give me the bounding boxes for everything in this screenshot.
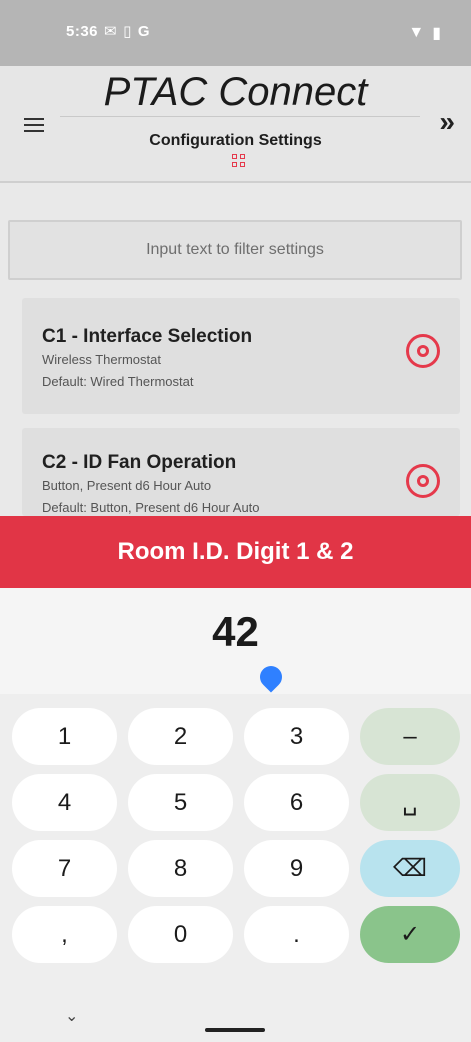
filter-placeholder: Input text to filter settings [146,241,324,258]
mail-icon: ✉ [104,23,118,40]
setting-title: C1 - Interface Selection [42,326,253,347]
settings-filter-input[interactable]: Input text to filter settings [8,220,462,280]
dialog-title-text: Room I.D. Digit 1 & 2 [117,538,354,565]
app-title: PTAC Connect [103,70,368,114]
battery-level-icon: ▮ [432,25,441,42]
key-dot[interactable]: . [244,906,349,963]
setting-title: C2 - ID Fan Operation [42,452,237,473]
wifi-icon: ▼ [408,24,425,41]
key-6[interactable]: 6 [244,774,349,831]
text-cursor-handle[interactable] [255,661,287,693]
value-input[interactable]: 42 [0,608,471,656]
key-7[interactable]: 7 [12,840,117,897]
g-icon: G [137,22,151,40]
qr-code-icon[interactable] [232,154,246,168]
chevron-down-icon[interactable]: ⌄ [65,1006,78,1026]
gear-icon[interactable] [406,464,440,498]
page-subtitle: Configuration Settings [149,132,322,149]
gesture-nav-bar [205,1028,265,1032]
key-0[interactable]: 0 [128,906,233,963]
gear-icon[interactable] [406,334,440,368]
status-right: ▼ ▮ [408,23,441,43]
status-left: 5:36 ✉ ▯ G [66,22,151,41]
key-1[interactable]: 1 [12,708,117,765]
hamburger-menu-icon[interactable] [24,118,44,132]
app-header: PTAC Connect » Configuration Settings [0,66,471,183]
setting-default: Default: Wired Thermostat [42,374,194,389]
backspace-icon[interactable]: ⌫ [360,840,460,897]
setting-value: Button, Present d6 Hour Auto [42,478,212,493]
check-icon[interactable]: ✓ [360,906,460,963]
dialog-title: Room I.D. Digit 1 & 2 [0,516,471,588]
key-space[interactable]: ␣ [360,774,460,831]
key-8[interactable]: 8 [128,840,233,897]
key-3[interactable]: 3 [244,708,349,765]
status-time: 5:36 [66,22,99,40]
battery-icon: ▯ [123,23,132,40]
title-divider [60,116,420,117]
key-9[interactable]: 9 [244,840,349,897]
key-comma[interactable]: , [12,906,117,963]
key-5[interactable]: 5 [128,774,233,831]
key-4[interactable]: 4 [12,774,117,831]
setting-card-c1[interactable]: C1 - Interface Selection Wireless Thermo… [22,298,460,414]
setting-default: Default: Button, Present d6 Hour Auto [42,500,260,515]
dialog-body: 42 [0,588,471,694]
setting-value: Wireless Thermostat [42,352,161,367]
key-2[interactable]: 2 [128,708,233,765]
setting-card-c2[interactable]: C2 - ID Fan Operation Button, Present d6… [22,428,460,516]
status-bar: 5:36 ✉ ▯ G ▼ ▮ [0,0,471,66]
key-minus[interactable]: – [360,708,460,765]
numeric-keyboard: 1 2 3 – 4 5 6 ␣ 7 8 9 ⌫ , 0 . ✓ [0,694,471,1042]
